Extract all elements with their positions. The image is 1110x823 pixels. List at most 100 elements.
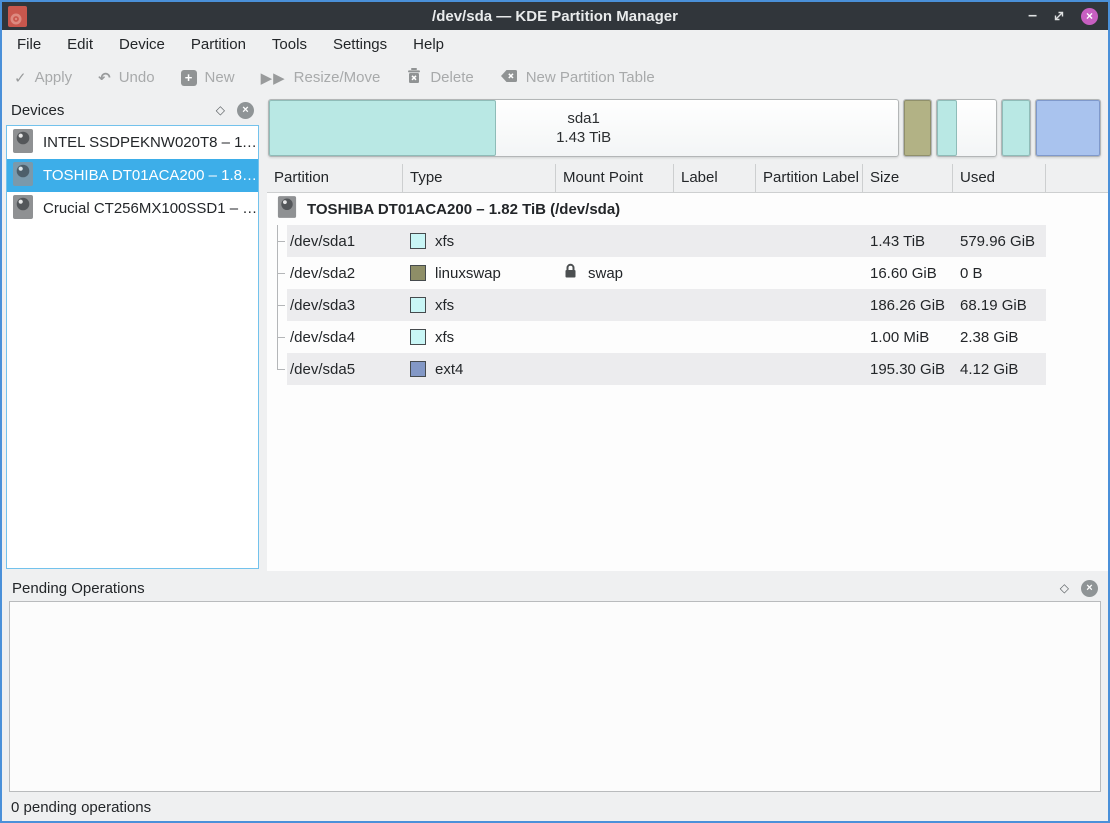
type-cell: linuxswap [403,265,556,282]
used-cell: 0 B [953,265,1046,282]
apply-label: Apply [35,69,73,86]
column-header-partition[interactable]: Partition [267,164,403,192]
device-item-label: Crucial CT256MX100SSD1 – … [43,200,257,217]
new-partition-table-label: New Partition Table [526,69,655,86]
type-cell: ext4 [403,361,556,378]
devices-float-icon[interactable]: ◇ [216,103,225,117]
resize-move-label: Resize/Move [294,69,381,86]
filesystem-color-swatch [410,297,426,313]
table-row-sda3[interactable]: /dev/sda3 xfs 186.26 GiB 68.19 GiB [267,289,1108,321]
filesystem-color-swatch [410,265,426,281]
menu-settings[interactable]: Settings [320,30,400,60]
column-header-filler [1046,164,1108,192]
devices-close-icon[interactable]: × [237,102,254,119]
menubar: File Edit Device Partition Tools Setting… [2,30,1108,60]
type-cell: xfs [403,297,556,314]
size-cell: 186.26 GiB [863,297,953,314]
new-partition-table-button[interactable]: New Partition Table [500,69,655,87]
filesystem-color-swatch [410,233,426,249]
partition-box-label: sda1 1.43 TiB [269,100,898,156]
used-space-fill [1036,100,1100,156]
table-row-sda1[interactable]: /dev/sda1 xfs 1.43 TiB 579.96 GiB [267,225,1108,257]
tree-branch [267,257,287,289]
pending-panel-title: Pending Operations [12,580,1048,597]
used-cell: 68.19 GiB [953,297,1046,314]
column-header-size[interactable]: Size [863,164,953,192]
used-space-fill [1002,100,1030,156]
column-header-label[interactable]: Label [674,164,756,192]
maximize-button[interactable] [1052,9,1066,23]
filesystem-color-swatch [410,361,426,377]
minimize-button[interactable]: – [1028,11,1037,21]
kde-partition-manager-window: /dev/sda — KDE Partition Manager – × Fil… [0,0,1110,823]
tree-branch [267,321,287,353]
partition-box-sda4[interactable] [1001,99,1031,157]
partition-box-sda3[interactable] [936,99,997,157]
pending-float-icon[interactable]: ◇ [1060,581,1069,595]
menu-partition[interactable]: Partition [178,30,259,60]
device-root-row[interactable]: TOSHIBA DT01ACA200 – 1.82 TiB (/dev/sda) [267,193,1108,225]
partition-cell: /dev/sda5 [287,361,403,378]
used-space-fill [937,100,957,156]
column-header-type[interactable]: Type [403,164,556,192]
statusbar: 0 pending operations [2,795,1108,821]
delete-button[interactable]: Delete [406,67,473,88]
size-cell: 16.60 GiB [863,265,953,282]
new-partition-table-icon [500,69,518,87]
device-item-label: INTEL SSDPEKNW020T8 – 1.… [43,134,258,151]
resize-move-icon: ▶▶ [261,69,286,87]
hard-drive-icon [12,194,34,224]
device-item-crucial[interactable]: Crucial CT256MX100SSD1 – … [7,192,258,225]
size-cell: 1.43 TiB [863,233,953,250]
table-header: Partition Type Mount Point Label Partiti… [267,164,1108,193]
device-item-toshiba[interactable]: TOSHIBA DT01ACA200 – 1.8… [7,159,258,192]
table-row-sda5[interactable]: /dev/sda5 ext4 195.30 GiB 4.12 GiB [267,353,1108,385]
apply-button[interactable]: ✓ Apply [14,69,72,87]
filesystem-color-swatch [410,329,426,345]
type-cell: xfs [403,233,556,250]
used-cell: 2.38 GiB [953,329,1046,346]
column-header-used[interactable]: Used [953,164,1046,192]
new-label: New [205,69,235,86]
partition-bar: sda1 1.43 TiB [268,99,1104,157]
undo-button[interactable]: ↶ Undo [98,69,154,87]
devices-panel-title: Devices [11,102,204,119]
main-area: Devices ◇ × INTEL SSDPEKNW020T8 – 1.… [2,95,1108,571]
used-cell: 4.12 GiB [953,361,1046,378]
partition-table: Partition Type Mount Point Label Partiti… [267,164,1108,571]
partition-box-sda2[interactable] [903,99,931,157]
pending-panel-header: Pending Operations ◇ × [2,575,1108,601]
new-partition-icon: + [181,70,197,86]
hard-drive-icon [277,195,297,223]
partition-cell: /dev/sda3 [287,297,403,314]
table-row-sda2[interactable]: /dev/sda2 linuxswap [267,257,1108,289]
column-header-mount-point[interactable]: Mount Point [556,164,674,192]
device-item-intel[interactable]: INTEL SSDPEKNW020T8 – 1.… [7,126,258,159]
app-icon [8,6,27,27]
devices-panel-header: Devices ◇ × [2,95,263,125]
menu-edit[interactable]: Edit [54,30,106,60]
devices-panel: Devices ◇ × INTEL SSDPEKNW020T8 – 1.… [2,95,263,571]
new-button[interactable]: + New [181,69,235,86]
pending-close-icon[interactable]: × [1081,580,1098,597]
delete-trash-icon [406,67,422,88]
menu-device[interactable]: Device [106,30,178,60]
partition-cell: /dev/sda4 [287,329,403,346]
lock-icon [563,263,578,283]
menu-file[interactable]: File [4,30,54,60]
table-row-sda4[interactable]: /dev/sda4 xfs 1.00 MiB 2.38 GiB [267,321,1108,353]
size-cell: 195.30 GiB [863,361,953,378]
undo-arrow-icon: ↶ [98,69,111,87]
partition-box-sda5[interactable] [1035,99,1101,157]
menu-help[interactable]: Help [400,30,457,60]
partition-box-sda1[interactable]: sda1 1.43 TiB [268,99,899,157]
menu-tools[interactable]: Tools [259,30,320,60]
titlebar: /dev/sda — KDE Partition Manager – × [2,2,1108,30]
window-controls: – × [1028,8,1098,25]
size-cell: 1.00 MiB [863,329,953,346]
resize-move-button[interactable]: ▶▶ Resize/Move [261,69,381,87]
hard-drive-icon [12,128,34,158]
close-button[interactable]: × [1081,8,1098,25]
column-header-partition-label[interactable]: Partition Label [756,164,863,192]
mount-point-cell: swap [556,263,674,283]
